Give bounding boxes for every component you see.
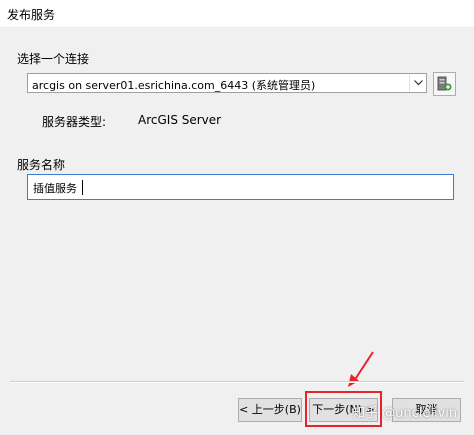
connection-label: 选择一个连接 <box>17 52 90 66</box>
add-connection-button[interactable] <box>433 72 456 96</box>
title-bar: 发布服务 <box>0 0 474 28</box>
add-server-connection-icon <box>437 76 452 91</box>
dropdown-arrow[interactable] <box>409 74 426 92</box>
chevron-down-icon <box>414 80 423 86</box>
red-arrow-annotation <box>348 351 374 387</box>
service-name-input[interactable]: 插值服务 <box>27 174 454 200</box>
service-name-input-value: 插值服务 <box>33 182 77 195</box>
text-caret <box>82 180 83 195</box>
watermark: 知乎 @unclelivin <box>352 406 458 421</box>
connection-dropdown-value: arcgis on server01.esrichina.com_6443 (系… <box>32 79 316 92</box>
back-button[interactable]: < 上一步(B) <box>238 398 302 422</box>
service-name-label: 服务名称 <box>17 158 66 172</box>
window-title: 发布服务 <box>7 8 56 22</box>
server-type-label: 服务器类型: <box>42 115 107 129</box>
footer-separator <box>10 381 464 383</box>
connection-dropdown[interactable]: arcgis on server01.esrichina.com_6443 (系… <box>27 73 427 93</box>
server-type-value: ArcGIS Server <box>138 113 222 127</box>
